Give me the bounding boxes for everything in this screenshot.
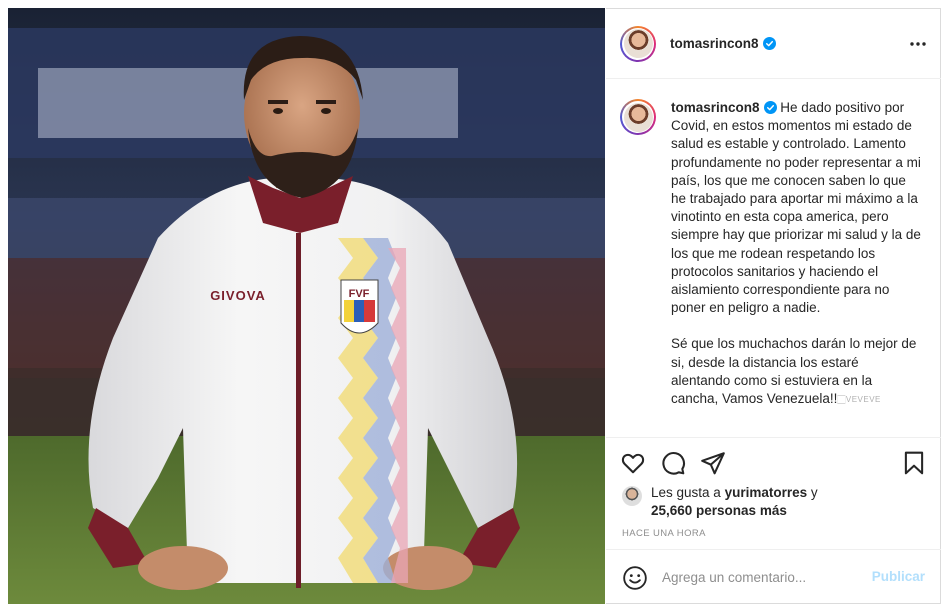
heart-icon[interactable]: [620, 450, 646, 476]
player-photo-illustration: FVF GIVOVA: [8, 8, 605, 604]
verified-badge-icon: [763, 101, 777, 114]
caption-author-avatar[interactable]: [620, 99, 656, 135]
comments-section[interactable]: tomasrincon8 He dado positivo por Covid,…: [606, 80, 941, 436]
author-avatar[interactable]: [620, 25, 656, 62]
bookmark-icon[interactable]: [901, 450, 927, 476]
post-header: tomasrincon8: [606, 9, 941, 79]
add-comment-form: Publicar: [606, 549, 941, 605]
smiley-icon[interactable]: [622, 565, 648, 591]
liker-username[interactable]: yurimatorres: [725, 485, 808, 500]
author-username[interactable]: tomasrincon8: [670, 36, 776, 51]
crest-text: FVF: [349, 288, 370, 300]
caption-text: tomasrincon8 He dado positivo por Covid,…: [671, 99, 921, 409]
comment-icon[interactable]: [660, 450, 686, 476]
caption-username[interactable]: tomasrincon8: [671, 100, 760, 115]
comment-input[interactable]: [662, 562, 862, 593]
instagram-post-viewer: FVF GIVOVA tomasrincon8 tomasrincon8 He …: [0, 0, 946, 614]
share-icon[interactable]: [700, 450, 726, 476]
more-options-icon[interactable]: [909, 35, 927, 53]
liker-avatar[interactable]: [622, 486, 642, 506]
caption-comment: tomasrincon8 He dado positivo por Covid,…: [606, 80, 941, 409]
likes-summary: Les gusta a yurimatorres y 25,660 person…: [622, 484, 818, 520]
caption-paragraph-1: He dado positivo por Covid, en estos mom…: [671, 100, 921, 316]
post-timestamp[interactable]: HACE UNA HORA: [622, 528, 706, 539]
post-side-panel: tomasrincon8 tomasrincon8 He dado positi…: [606, 8, 941, 604]
caption-trailing-emoji: 🏻VEVEVE: [837, 395, 881, 405]
jacket-brand-text: GIVOVA: [210, 288, 266, 303]
likes-text: Les gusta a yurimatorres y 25,660 person…: [651, 485, 818, 518]
verified-badge-icon: [762, 37, 776, 50]
likes-count[interactable]: 25,660 personas más: [651, 503, 787, 518]
publish-button[interactable]: Publicar: [872, 569, 925, 584]
post-actions: Les gusta a yurimatorres y 25,660 person…: [606, 437, 941, 549]
post-photo[interactable]: FVF GIVOVA: [8, 8, 605, 604]
